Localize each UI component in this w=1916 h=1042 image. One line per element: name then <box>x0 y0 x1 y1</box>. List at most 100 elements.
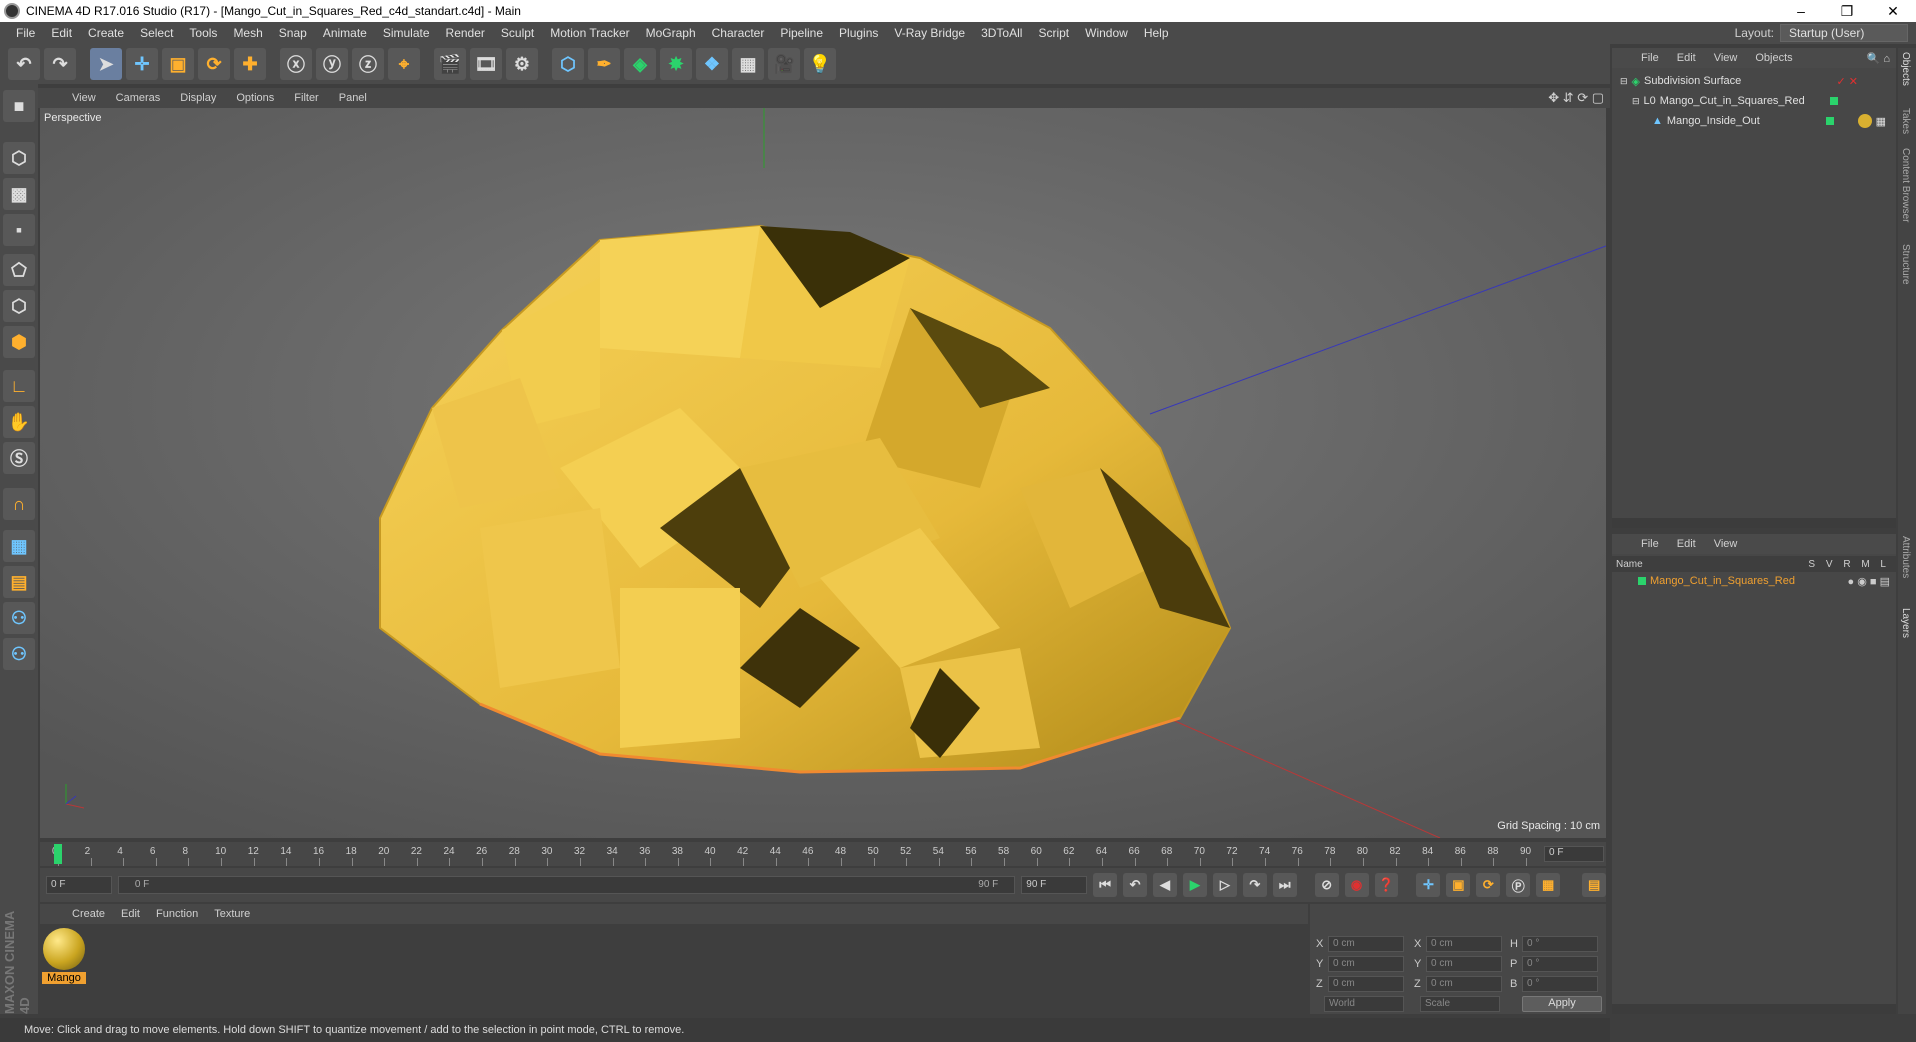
coord-value-field[interactable]: 0 ° <box>1522 936 1598 952</box>
polygons-mode-icon[interactable]: ⬢ <box>3 326 35 358</box>
material-menu-edit[interactable]: Edit <box>113 908 148 920</box>
record-active-icon[interactable]: ◉ <box>1344 873 1369 897</box>
coord-value-field[interactable]: 0 ° <box>1522 956 1598 972</box>
apply-button[interactable]: Apply <box>1522 996 1602 1012</box>
material-tag-icon[interactable] <box>1857 114 1872 128</box>
timeline-ruler[interactable]: 0246810121416182022242628303234363840424… <box>40 842 1540 866</box>
tab-objects[interactable]: Objects <box>1900 52 1911 86</box>
menu-window[interactable]: Window <box>1077 26 1136 40</box>
layer-row[interactable]: Mango_Cut_in_Squares_Red ● ◉ ■ ▤ <box>1612 572 1896 590</box>
python-script-icon[interactable]: ⚇ <box>3 602 35 634</box>
material-menu-function[interactable]: Function <box>148 908 206 920</box>
objects-menu-edit[interactable]: Edit <box>1668 52 1705 64</box>
y-axis-lock-icon[interactable]: ⓨ <box>316 48 348 80</box>
object-row-mango-cut[interactable]: ⊟ L0 Mango_Cut_in_Squares_Red <box>1612 92 1896 110</box>
workplane-align-icon[interactable]: ▤ <box>3 566 35 598</box>
objects-menu-view[interactable]: View <box>1705 52 1747 64</box>
render-picture-viewer-icon[interactable]: 🎞 <box>470 48 502 80</box>
menu-mesh[interactable]: Mesh <box>225 26 270 40</box>
viewport-menu-view[interactable]: View <box>62 92 106 104</box>
subdivision-surface-icon[interactable]: ◈ <box>624 48 656 80</box>
playhead[interactable] <box>54 844 62 864</box>
texture-mode-icon[interactable]: ▩ <box>3 178 35 210</box>
coordinate-system-icon[interactable]: ⌖ <box>388 48 420 80</box>
layers-menu-edit[interactable]: Edit <box>1668 538 1705 550</box>
tweak-mode-icon[interactable]: ✋ <box>3 406 35 438</box>
step-back-icon[interactable]: ◀ <box>1153 873 1177 897</box>
menu-script[interactable]: Script <box>1030 26 1077 40</box>
key-pla-icon[interactable]: ▦ <box>1536 873 1561 897</box>
model-mode-icon[interactable]: ⬡ <box>3 142 35 174</box>
layers-menu-view[interactable]: View <box>1705 538 1747 550</box>
timeline[interactable]: 0246810121416182022242628303234363840424… <box>40 842 1606 866</box>
redo-button[interactable]: ↷ <box>44 48 76 80</box>
next-key-icon[interactable]: ↷ <box>1242 873 1267 897</box>
coord-value-field[interactable]: 0 cm <box>1328 976 1404 992</box>
scale-tool-icon[interactable]: ▣ <box>162 48 194 80</box>
tab-structure[interactable]: Structure <box>1900 244 1911 285</box>
tab-takes[interactable]: Takes <box>1900 108 1911 134</box>
rotate-tool-icon[interactable]: ⟳ <box>198 48 230 80</box>
move-tool-icon[interactable]: ✛ <box>126 48 158 80</box>
texture-tag-icon[interactable]: ▦ <box>1876 115 1886 128</box>
object-manager-scrollbar[interactable] <box>1612 518 1896 528</box>
frame-range-slider[interactable]: 0 F 90 F <box>117 876 1016 894</box>
go-to-start-icon[interactable]: ⏮ <box>1093 873 1118 897</box>
end-frame-field[interactable]: 90 F <box>1021 876 1088 894</box>
menu-simulate[interactable]: Simulate <box>375 26 438 40</box>
close-button[interactable]: ✕ <box>1870 3 1916 20</box>
deformer-icon[interactable]: ❖ <box>696 48 728 80</box>
coord-mode-dropdown[interactable]: World <box>1324 996 1404 1012</box>
layer-flag-icons[interactable]: ● ◉ ■ ▤ <box>1848 575 1896 588</box>
menu-file[interactable]: File <box>8 26 43 40</box>
layers-menu-file[interactable]: File <box>1632 538 1668 550</box>
object-search-icon[interactable]: 🔍 ⌂ <box>1867 52 1896 65</box>
undo-button[interactable]: ↶ <box>8 48 40 80</box>
layer-color-icon[interactable] <box>1830 97 1838 105</box>
tab-layers[interactable]: Layers <box>1900 608 1911 638</box>
tab-attributes[interactable]: Attributes <box>1900 536 1911 578</box>
play-icon[interactable]: ▶ <box>1182 873 1207 897</box>
menu-sculpt[interactable]: Sculpt <box>493 26 542 40</box>
menu-pipeline[interactable]: Pipeline <box>772 26 831 40</box>
current-frame-field[interactable]: 0 F <box>1544 846 1604 862</box>
object-row-mango-inside[interactable]: ▲ Mango_Inside_Out ▦ <box>1612 112 1896 130</box>
layer-color-icon[interactable] <box>1638 577 1646 585</box>
key-scale-icon[interactable]: ▣ <box>1446 873 1471 897</box>
select-tool-icon[interactable]: ➤ <box>90 48 122 80</box>
tab-content-browser[interactable]: Content Browser <box>1900 148 1911 222</box>
z-axis-lock-icon[interactable]: ⓩ <box>352 48 384 80</box>
objects-menu-objects[interactable]: Objects <box>1746 52 1801 64</box>
coord-value-field[interactable]: 0 cm <box>1328 956 1404 972</box>
floor-environment-icon[interactable]: ▦ <box>732 48 764 80</box>
menu-character[interactable]: Character <box>704 26 773 40</box>
menu-edit[interactable]: Edit <box>43 26 80 40</box>
perspective-viewport[interactable]: Perspective Grid Spacing : 10 cm <box>40 108 1606 838</box>
viewport-menu-display[interactable]: Display <box>170 92 226 104</box>
make-editable-icon[interactable]: ■ <box>3 90 35 122</box>
render-view-icon[interactable]: 🎬 <box>434 48 466 80</box>
go-to-end-icon[interactable]: ⏭ <box>1272 873 1297 897</box>
menu-render[interactable]: Render <box>438 26 493 40</box>
light-icon[interactable]: 💡 <box>804 48 836 80</box>
viewport-menu-cameras[interactable]: Cameras <box>106 92 171 104</box>
menu-mograph[interactable]: MoGraph <box>638 26 704 40</box>
camera-icon[interactable]: 🎥 <box>768 48 800 80</box>
snap-icon[interactable]: Ⓢ <box>3 442 35 474</box>
menu-tools[interactable]: Tools <box>181 26 225 40</box>
minimize-button[interactable]: – <box>1778 3 1824 20</box>
previous-key-icon[interactable]: ↶ <box>1123 873 1147 897</box>
material-swatch[interactable]: Mango <box>42 928 86 986</box>
coord-value-field[interactable]: 0 ° <box>1522 976 1598 992</box>
menu-animate[interactable]: Animate <box>315 26 375 40</box>
viewport-menu-panel[interactable]: Panel <box>329 92 377 104</box>
key-position-icon[interactable]: ✛ <box>1416 873 1441 897</box>
menu-select[interactable]: Select <box>132 26 181 40</box>
autokey-icon[interactable]: ❓ <box>1374 873 1399 897</box>
viewport-menu-filter[interactable]: Filter <box>284 92 328 104</box>
material-menu-texture[interactable]: Texture <box>206 908 258 920</box>
menu-vray-bridge[interactable]: V-Ray Bridge <box>886 26 973 40</box>
coord-value-field[interactable]: 0 cm <box>1426 956 1502 972</box>
menu-plugins[interactable]: Plugins <box>831 26 886 40</box>
magnet-icon[interactable]: ∩ <box>3 488 35 520</box>
